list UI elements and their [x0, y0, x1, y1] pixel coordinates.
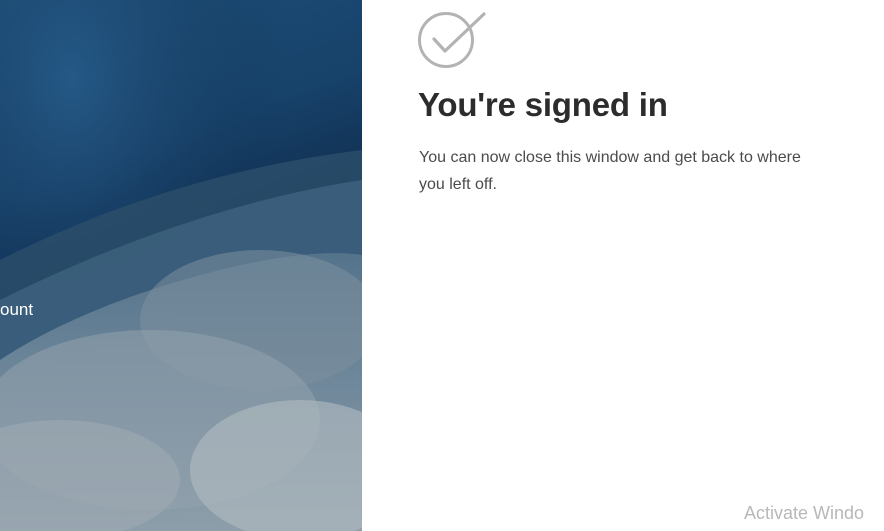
content-panel: You're signed in You can now close this … — [362, 0, 876, 531]
window-edge — [876, 0, 884, 531]
activate-windows-watermark: Activate Windo — [744, 503, 865, 523]
signed-in-message: You can now close this window and get ba… — [419, 149, 801, 193]
cloud-background-image — [0, 0, 362, 531]
sign-in-window: ount You're signed in You can now close … — [0, 0, 884, 531]
check-circle-icon — [418, 12, 486, 68]
background-image-panel: ount — [0, 0, 362, 531]
partial-account-link-text: ount — [0, 300, 34, 319]
page-title: You're signed in — [418, 86, 668, 123]
